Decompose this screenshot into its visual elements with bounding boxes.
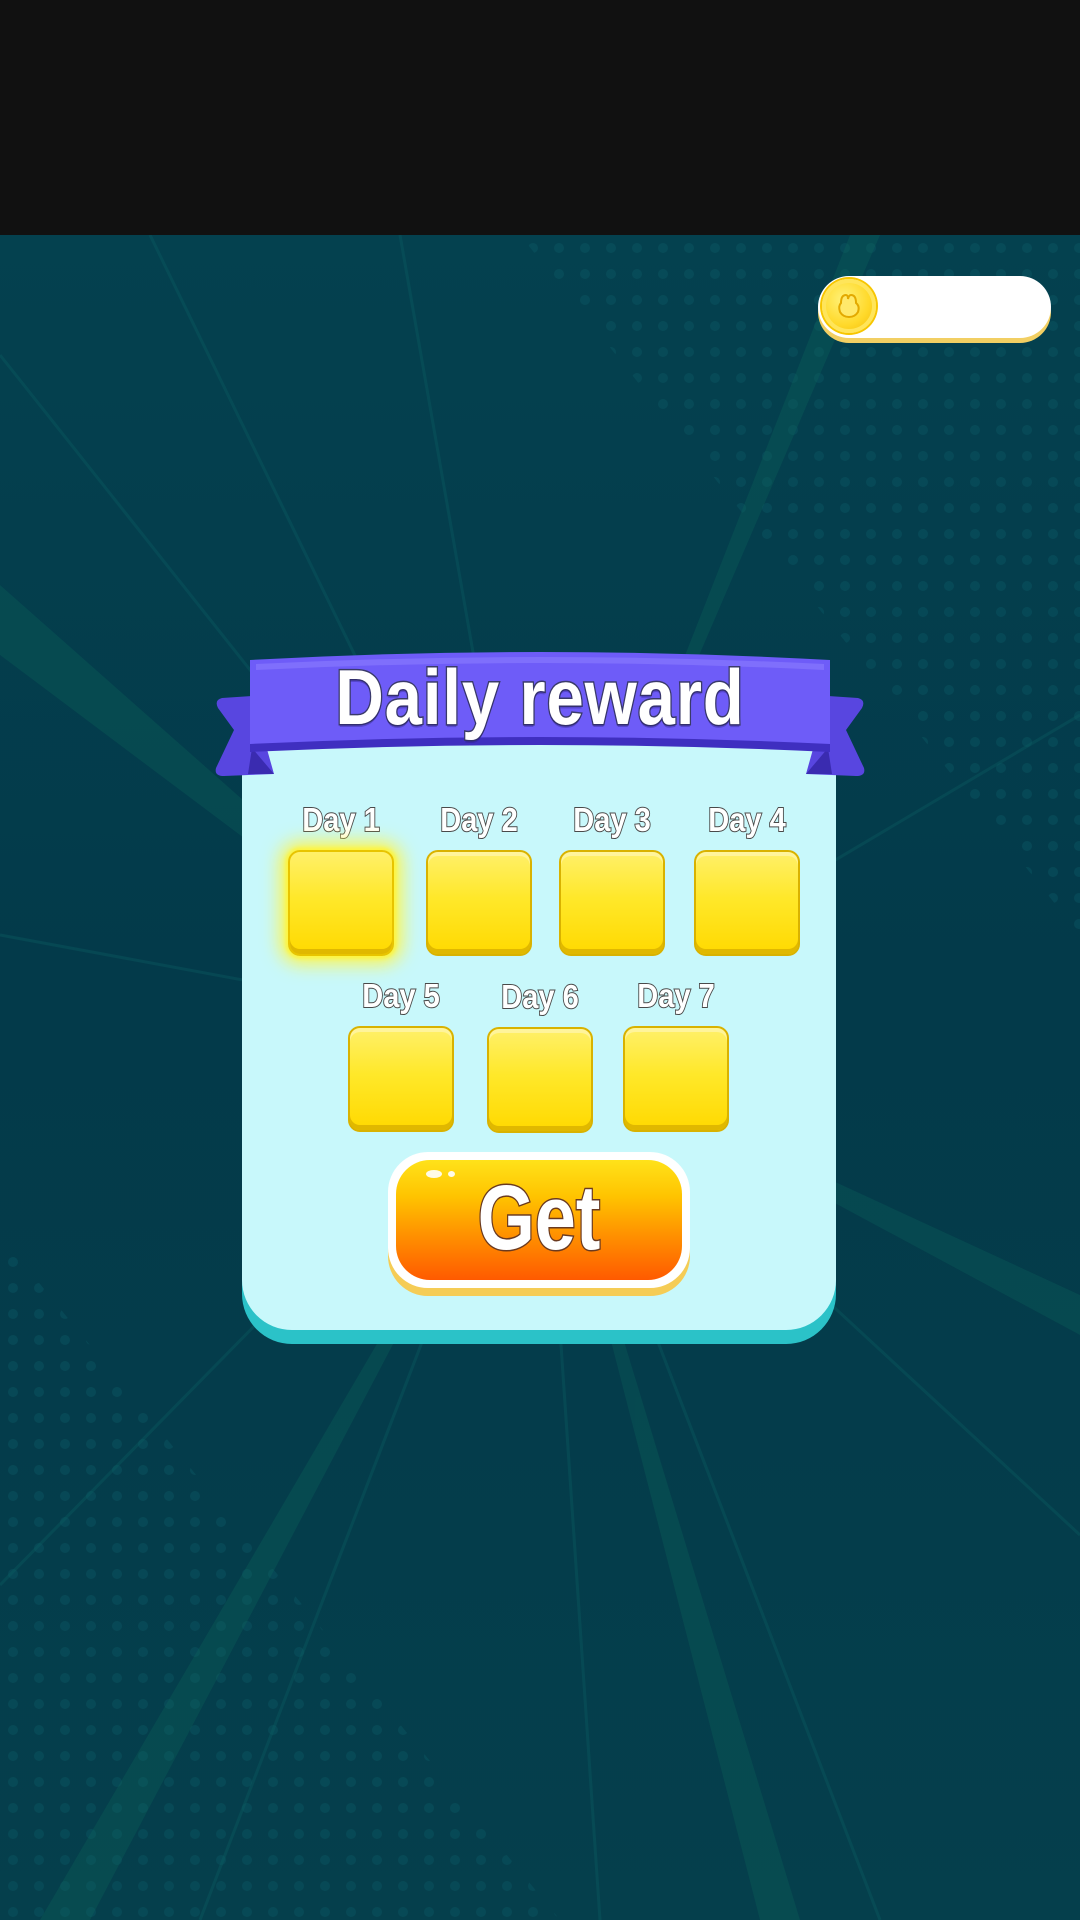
- reward-box[interactable]: [623, 1026, 729, 1132]
- coin-icon: [822, 279, 876, 333]
- get-button-face: Get: [396, 1160, 682, 1280]
- day-label: Day 3: [572, 800, 651, 839]
- reward-box[interactable]: [288, 850, 394, 956]
- day-slot-1[interactable]: Day 1: [288, 798, 394, 956]
- coin-counter[interactable]: [818, 276, 1051, 338]
- dialog-title: Daily reward: [334, 652, 745, 743]
- day-slot-2[interactable]: Day 2: [426, 798, 532, 956]
- day-label: Day 1: [301, 800, 380, 839]
- reward-box[interactable]: [348, 1026, 454, 1132]
- day-label: Day 4: [707, 800, 786, 839]
- reward-box[interactable]: [559, 850, 665, 956]
- day-slot-4[interactable]: Day 4: [694, 798, 800, 956]
- reward-box[interactable]: [426, 850, 532, 956]
- get-button[interactable]: Get: [388, 1152, 690, 1288]
- day-slot-6[interactable]: Day 6: [487, 975, 593, 1133]
- game-screen: Daily reward Day 1 Day 2 Day 3 Day 4 Day…: [0, 0, 1080, 1920]
- day-slot-5[interactable]: Day 5: [348, 974, 454, 1132]
- get-button-label: Get: [476, 1167, 601, 1270]
- day-slot-7[interactable]: Day 7: [623, 974, 729, 1132]
- reward-box[interactable]: [694, 850, 800, 956]
- day-label: Day 5: [361, 976, 440, 1015]
- title-ribbon: Daily reward: [212, 648, 868, 790]
- reward-box[interactable]: [487, 1027, 593, 1133]
- top-black-bar: [0, 0, 1080, 235]
- day-label: Day 7: [636, 976, 715, 1015]
- day-label: Day 6: [500, 977, 579, 1016]
- day-slot-3[interactable]: Day 3: [559, 798, 665, 956]
- day-label: Day 2: [439, 800, 518, 839]
